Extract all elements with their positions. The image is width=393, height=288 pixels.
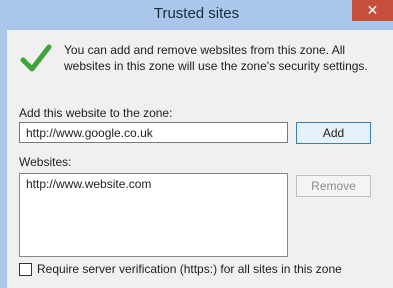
close-icon: ✕ [366,2,379,18]
info-text: You can add and remove websites from thi… [64,43,368,73]
websites-label: Websites: [19,155,72,169]
require-verification-checkbox[interactable] [19,263,32,276]
require-verification-label[interactable]: Require server verification (https:) for… [37,262,342,276]
remove-button[interactable]: Remove [296,175,371,197]
add-button[interactable]: Add [296,122,371,144]
check-icon [20,44,52,72]
dialog-window: Trusted sites ✕ You can add and remove w… [0,0,393,288]
list-item[interactable]: http://www.website.com [26,176,281,192]
websites-list[interactable]: http://www.website.com [19,173,288,257]
add-website-label: Add this website to the zone: [19,106,173,120]
title-bar[interactable]: Trusted sites ✕ [0,0,393,30]
close-button[interactable]: ✕ [352,0,393,21]
dialog-content: You can add and remove websites from thi… [7,30,393,288]
window-title: Trusted sites [153,5,240,22]
require-verification-row[interactable]: Require server verification (https:) for… [19,262,389,278]
info-row: You can add and remove websites from thi… [19,40,379,80]
website-url-input[interactable] [19,122,288,143]
